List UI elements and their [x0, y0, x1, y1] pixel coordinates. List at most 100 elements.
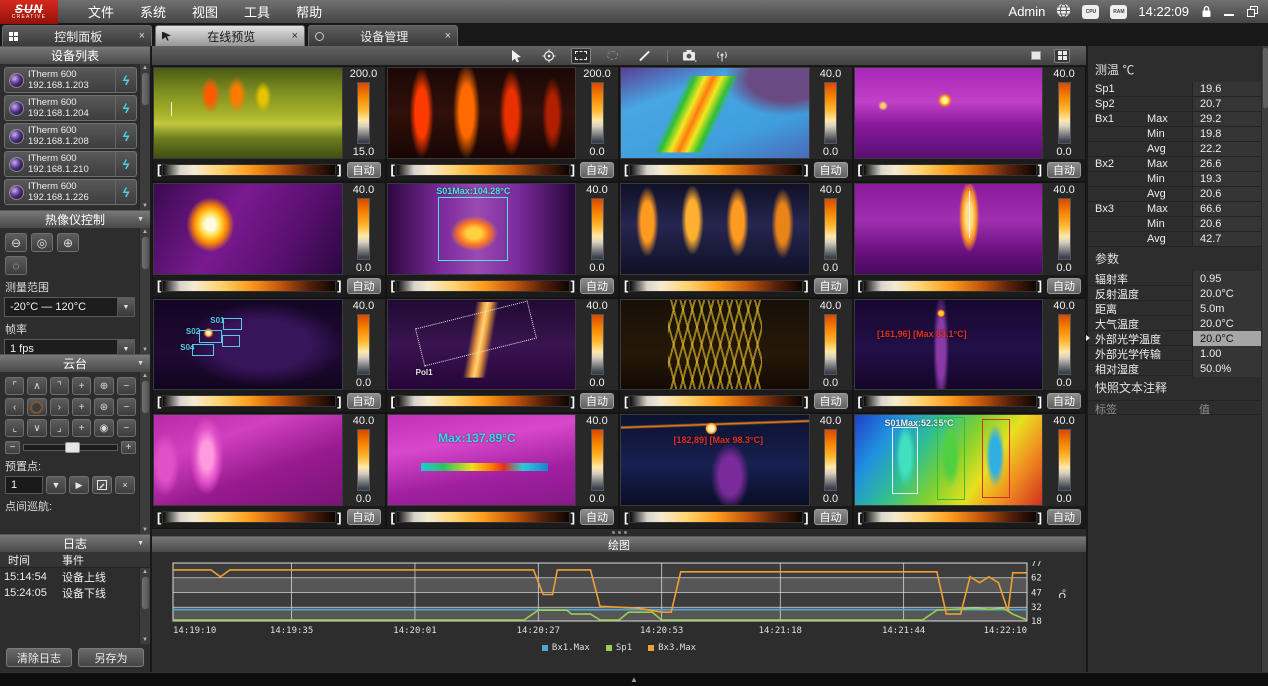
measure-row[interactable]: Min19.8	[1088, 127, 1261, 142]
camera-cell-14[interactable]: Max:137.89°C40.00.0[]自动	[387, 414, 619, 528]
measure-row[interactable]: Min19.3	[1088, 172, 1261, 187]
thermal-image[interactable]: S01Max:104.28°C	[387, 183, 577, 275]
auto-scale-button[interactable]: 自动	[347, 393, 381, 409]
pan-up-right-button[interactable]: ⌝	[50, 377, 69, 395]
level-span-control[interactable]: []	[157, 162, 342, 177]
plot-panel-header[interactable]: 绘图	[152, 536, 1086, 552]
span-left-bracket-icon[interactable]: [	[624, 510, 628, 525]
autofocus-button[interactable]: ◎	[31, 233, 53, 252]
scroll-up-icon[interactable]: ▲	[142, 569, 148, 575]
span-left-bracket-icon[interactable]: [	[391, 510, 395, 525]
speed-plus-button[interactable]: +	[121, 441, 136, 454]
parameter-row[interactable]: 大气温度20.0°C	[1088, 316, 1261, 331]
measure-row[interactable]: Bx2Max26.6	[1088, 157, 1261, 172]
speed-minus-button[interactable]: −	[5, 441, 20, 454]
auto-scale-button[interactable]: 自动	[1047, 509, 1081, 525]
parameter-value[interactable]: 50.0%	[1192, 361, 1261, 377]
scroll-thumb[interactable]	[142, 237, 149, 269]
spot-tool-icon[interactable]	[539, 48, 559, 64]
scroll-down-icon[interactable]: ▼	[142, 347, 148, 353]
measure-row[interactable]: Avg20.6	[1088, 187, 1261, 202]
connect-bolt-icon[interactable]: ϟ	[115, 180, 136, 204]
focus-indicator-icon[interactable]: ⊛	[94, 398, 113, 416]
auto-scale-button[interactable]: 自动	[580, 509, 614, 525]
dropdown-arrow-icon[interactable]: ▼	[117, 298, 134, 316]
parameter-row[interactable]: 辐射率0.95	[1088, 271, 1261, 286]
speed-slider[interactable]	[23, 444, 118, 451]
auto-scale-button[interactable]: 自动	[814, 162, 848, 178]
tab-close-icon[interactable]: ×	[445, 30, 451, 42]
level-span-control[interactable]: []	[157, 278, 342, 293]
auto-scale-button[interactable]: 自动	[347, 162, 381, 178]
scroll-thumb[interactable]	[142, 73, 149, 105]
level-span-control[interactable]: []	[624, 278, 809, 293]
thermal-image[interactable]	[153, 183, 343, 275]
span-right-bracket-icon[interactable]: ]	[571, 278, 575, 293]
span-left-bracket-icon[interactable]: [	[391, 278, 395, 293]
thermal-image[interactable]	[854, 67, 1044, 159]
auto-scale-button[interactable]: 自动	[1047, 393, 1081, 409]
auto-scale-button[interactable]: 自动	[814, 509, 848, 525]
iris-open-button[interactable]: +	[72, 419, 91, 437]
auto-scale-button[interactable]: 自动	[814, 278, 848, 294]
parameter-row[interactable]: 外部光学温度20.0°C	[1088, 331, 1261, 346]
device-list-header[interactable]: 设备列表	[0, 46, 150, 64]
measure-row[interactable]: Sp119.6	[1088, 82, 1261, 97]
thermal-image[interactable]: S01Max:52.35°C	[854, 414, 1044, 506]
device-item[interactable]: ITherm 600192.168.1.210ϟ	[4, 151, 137, 177]
thermal-image[interactable]: [182,89] [Max 98.3°C]	[620, 414, 810, 506]
collapse-arrow-icon[interactable]: ▼	[137, 216, 144, 223]
scroll-down-icon[interactable]: ▼	[142, 527, 148, 533]
log-header[interactable]: 日志 ▼	[0, 534, 150, 552]
parameter-value[interactable]: 20.0°C	[1192, 331, 1261, 347]
snapshot-camera-icon[interactable]	[680, 48, 700, 64]
connect-bolt-icon[interactable]: ϟ	[115, 68, 136, 92]
camera-cell-10[interactable]: Pol140.00.0[]自动	[387, 299, 619, 413]
scroll-up-icon[interactable]: ▲	[142, 229, 148, 235]
tab-close-icon[interactable]: ×	[292, 30, 298, 42]
measure-row[interactable]: Bx3Max66.6	[1088, 202, 1261, 217]
camera-cell-1[interactable]: 200.015.0[]自动	[153, 67, 385, 181]
measurement-polygon[interactable]	[414, 300, 536, 366]
trend-chart[interactable]: 1832476277℃14:19:1014:19:3514:20:0114:20…	[159, 561, 1079, 641]
thermal-image[interactable]	[153, 414, 343, 506]
pan-down-right-button[interactable]: ⌟	[50, 419, 69, 437]
rectangle-tool-icon[interactable]	[571, 48, 591, 64]
thermal-image[interactable]: [161,96] [Max 83.1°C]	[854, 299, 1044, 391]
menu-item[interactable]: 工具	[244, 2, 270, 21]
camera-cell-8[interactable]: 40.00.0[]自动	[854, 183, 1086, 297]
scroll-up-icon[interactable]: ▲	[142, 373, 148, 379]
camera-cell-5[interactable]: 40.00.0[]自动	[153, 183, 385, 297]
span-right-bracket-icon[interactable]: ]	[1038, 278, 1042, 293]
grid-view-icon[interactable]	[1054, 49, 1070, 63]
iris-close-button[interactable]: −	[117, 419, 136, 437]
span-right-bracket-icon[interactable]: ]	[571, 510, 575, 525]
measure-row[interactable]: Sp220.7	[1088, 97, 1261, 112]
cpu-icon[interactable]: CPU	[1082, 5, 1099, 19]
plot-splitter-handle[interactable]	[152, 529, 1086, 536]
pan-down-left-button[interactable]: ⌞	[5, 419, 24, 437]
level-span-control[interactable]: []	[157, 510, 342, 525]
thermal-image[interactable]	[387, 67, 577, 159]
menu-item[interactable]: 系统	[140, 2, 166, 21]
ptz-header[interactable]: 云台 ▼	[0, 354, 150, 372]
level-span-control[interactable]: []	[858, 162, 1043, 177]
measurement-box[interactable]	[222, 335, 241, 347]
camera-cell-11[interactable]: 40.00.0[]自动	[620, 299, 852, 413]
level-span-control[interactable]: []	[858, 394, 1043, 409]
collapse-arrow-icon[interactable]: ▼	[137, 360, 144, 367]
measure-row[interactable]: Avg42.7	[1088, 232, 1261, 247]
camera-cell-16[interactable]: S01Max:52.35°C40.00.0[]自动	[854, 414, 1086, 528]
scroll-up-icon[interactable]: ▲	[142, 65, 148, 71]
line-tool-icon[interactable]	[635, 48, 655, 64]
zoom-out-button[interactable]: −	[117, 377, 136, 395]
measurement-line[interactable]	[969, 191, 970, 238]
span-right-bracket-icon[interactable]: ]	[571, 162, 575, 177]
level-span-control[interactable]: []	[624, 162, 809, 177]
scroll-down-icon[interactable]: ▼	[142, 203, 148, 209]
auto-scale-button[interactable]: 自动	[1047, 162, 1081, 178]
auto-scale-button[interactable]: 自动	[580, 393, 614, 409]
auto-scale-button[interactable]: 自动	[347, 509, 381, 525]
measurement-box[interactable]	[892, 427, 918, 494]
minimize-button[interactable]	[1223, 5, 1235, 19]
